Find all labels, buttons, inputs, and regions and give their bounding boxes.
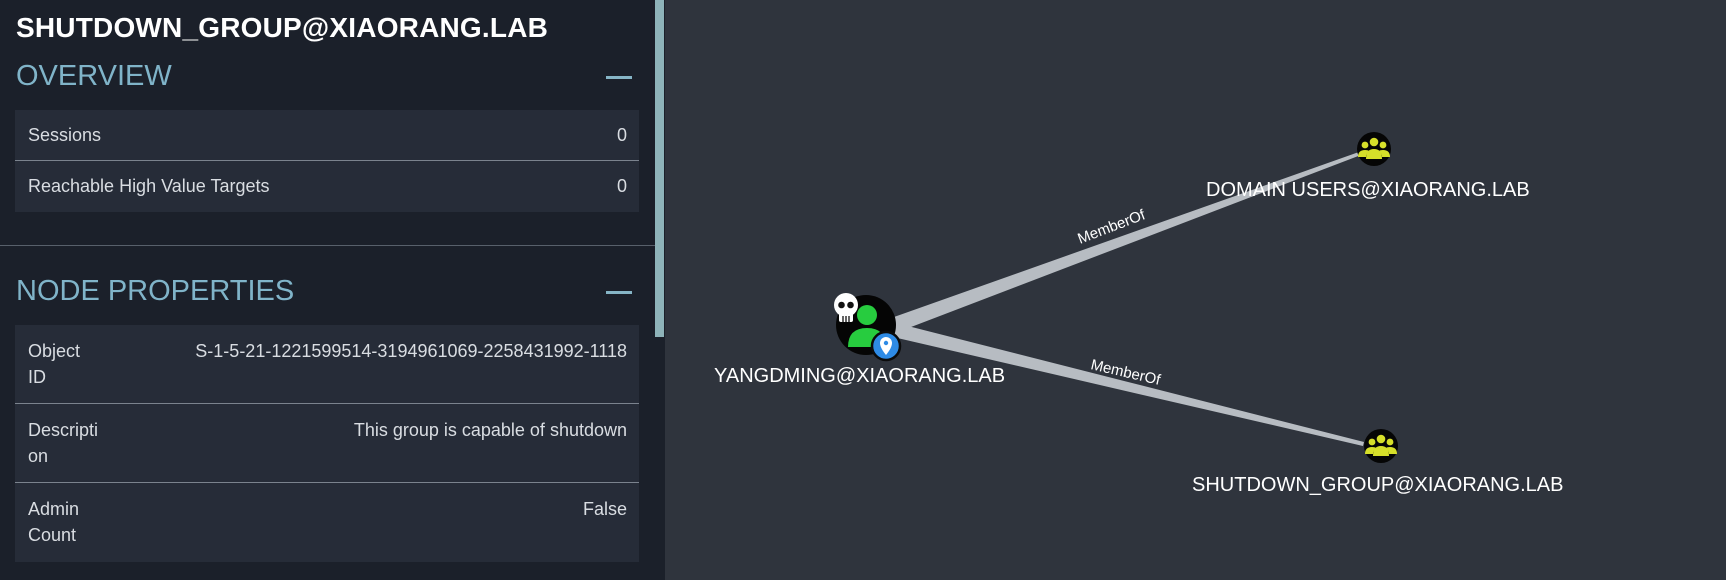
row-value: 0 [616,125,627,145]
row-label-line1: Admin [28,499,80,519]
overview-collapse-button[interactable] [600,66,638,88]
row-label: Descripti on [28,417,98,469]
row-label: Sessions [28,125,102,145]
panel-scrollbar[interactable] [655,0,664,337]
row-value: S-1-5-21-1221599514-3194961069-225843199… [195,341,627,361]
row-label-line2: on [28,446,49,466]
node-label-domain-users[interactable]: DOMAIN USERS@XIAORANG.LAB [1206,179,1530,202]
edge-memberof-domain-users[interactable] [894,147,1374,332]
node-properties-heading[interactable]: NODE PROPERTIES [16,275,294,308]
node-label-user[interactable]: YANGDMING@XIAORANG.LAB [714,365,1005,388]
section-divider [0,245,656,246]
row-label-line1: Object [28,341,81,361]
bloodhound-app: SHUTDOWN_GROUP@XIAORANG.LAB OVERVIEW Ses… [0,0,1726,580]
node-properties-table: Object ID S-1-5-21-1221599514-3194961069… [15,325,639,562]
location-pin-icon [870,330,902,362]
node-label-shutdown-group[interactable]: SHUTDOWN_GROUP@XIAORANG.LAB [1192,474,1563,497]
node-shutdown-group[interactable] [1364,429,1398,463]
row-label: Reachable High Value Targets [28,176,270,196]
property-row-object-id: Object ID S-1-5-21-1221599514-3194961069… [15,325,639,404]
row-value: This group is capable of shutdown [353,420,627,440]
row-label-line1: Descripti [28,420,99,440]
overview-row-high-value-targets[interactable]: Reachable High Value Targets 0 [15,161,639,212]
overview-heading[interactable]: OVERVIEW [16,60,172,93]
node-user[interactable] [834,293,902,362]
property-row-description: Descripti on This group is capable of sh… [15,404,639,483]
row-label-line2: Count [28,525,77,545]
row-value: False [582,499,627,519]
minus-icon [606,76,632,79]
row-value: 0 [616,176,627,196]
row-label: Object ID [28,338,80,390]
overview-table: Sessions 0 Reachable High Value Targets … [15,110,639,212]
row-label: Admin Count [28,496,79,548]
property-row-admin-count: Admin Count False [15,483,639,562]
minus-icon [606,291,632,294]
node-info-panel: SHUTDOWN_GROUP@XIAORANG.LAB OVERVIEW Ses… [0,0,665,580]
row-label-line2: ID [28,367,46,387]
node-domain-users[interactable] [1357,132,1391,166]
node-properties-collapse-button[interactable] [600,281,638,303]
overview-row-sessions[interactable]: Sessions 0 [15,110,639,161]
node-title: SHUTDOWN_GROUP@XIAORANG.LAB [16,12,549,43]
graph-canvas[interactable]: MemberOf MemberOf YANGDMING@XIAORANG.LAB… [665,0,1726,580]
